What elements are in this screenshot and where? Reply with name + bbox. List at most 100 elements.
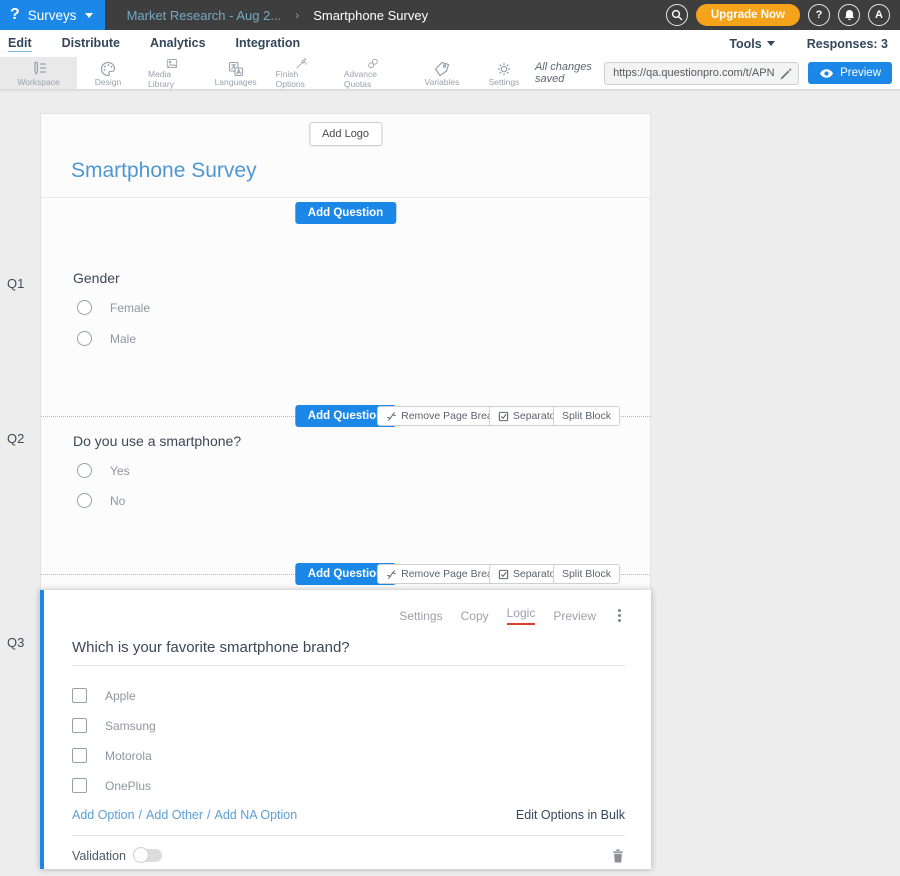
question-text-q1[interactable]: Gender [73, 270, 120, 286]
option-links-row: Add Option / Add Other / Add NA Option E… [72, 808, 625, 822]
toolbar-item-label: Languages [215, 77, 257, 87]
tab-edit[interactable]: Edit [8, 36, 32, 52]
tools-menu[interactable]: Tools [729, 37, 774, 51]
gear-icon [495, 60, 513, 78]
more-options-kebab-icon[interactable] [618, 614, 621, 617]
add-option-link[interactable]: Add Option [72, 808, 135, 822]
option-row[interactable]: Female [77, 300, 150, 315]
option-label: Male [110, 332, 136, 346]
survey-canvas: Q1 Q2 Q3 Add Logo Smartphone Survey Add … [0, 90, 900, 876]
link-separator: / [139, 808, 142, 822]
edit-url-pencil-icon[interactable] [779, 66, 793, 81]
add-na-option-link[interactable]: Add NA Option [215, 808, 298, 822]
toolbar-item-finish-options[interactable]: Finish Options [267, 57, 335, 89]
survey-title[interactable]: Smartphone Survey [71, 159, 257, 183]
surveys-menu[interactable]: ? Surveys [0, 0, 105, 30]
question-number-q3: Q3 [7, 635, 24, 650]
remove-page-break-label: Remove Page Break [401, 568, 498, 580]
question-number-q2: Q2 [7, 431, 24, 446]
option-row[interactable]: Apple [72, 688, 625, 703]
question-text-q3[interactable]: Which is your favorite smartphone brand? [72, 639, 625, 666]
search-icon [671, 9, 683, 21]
help-button[interactable]: ? [808, 4, 830, 26]
search-button[interactable] [666, 4, 688, 26]
checkbox-checked-icon [498, 411, 509, 422]
option-row[interactable]: No [77, 493, 125, 508]
nav-row: Edit Distribute Analytics Integration To… [0, 30, 900, 57]
question-copy-link[interactable]: Copy [461, 609, 489, 623]
survey-toolbar: Workspace Design Media Library [0, 57, 900, 90]
option-row[interactable]: OnePlus [72, 778, 625, 793]
question-preview-link[interactable]: Preview [553, 609, 596, 623]
notifications-button[interactable] [838, 4, 860, 26]
split-block-button[interactable]: Split Block [553, 406, 620, 426]
question-action-menu: Settings Copy Logic Preview [72, 590, 625, 625]
preview-button[interactable]: Preview [808, 62, 892, 84]
question-text-q2[interactable]: Do you use a smartphone? [73, 433, 241, 449]
add-question-button[interactable]: Add Question [295, 202, 396, 224]
option-row[interactable]: Yes [77, 463, 130, 478]
header-actions: Upgrade Now ? A [666, 4, 900, 26]
avatar[interactable]: A [868, 4, 890, 26]
add-logo-button[interactable]: Add Logo [309, 122, 382, 146]
link-separator: / [207, 808, 210, 822]
tab-integration[interactable]: Integration [236, 36, 301, 52]
add-option-links: Add Option / Add Other / Add NA Option [72, 808, 297, 822]
toolbar-item-label: Variables [425, 77, 460, 87]
avatar-initial: A [875, 9, 883, 21]
checkbox-checked-icon [498, 569, 509, 580]
option-row[interactable]: Samsung [72, 718, 625, 733]
survey-url-input[interactable] [604, 62, 799, 85]
responses-count[interactable]: Responses: 3 [807, 37, 888, 51]
option-label: No [110, 494, 125, 508]
save-status: All changes saved [535, 61, 595, 85]
question-number-q1: Q1 [7, 276, 24, 291]
checkbox-icon[interactable] [72, 688, 87, 703]
radio-icon[interactable] [77, 493, 92, 508]
toolbar-right: All changes saved Preview [535, 57, 900, 89]
option-label: Apple [105, 689, 136, 703]
surveys-menu-label: Surveys [28, 8, 77, 23]
chevron-down-icon [85, 13, 93, 18]
checkbox-icon[interactable] [72, 718, 87, 733]
tab-analytics[interactable]: Analytics [150, 36, 206, 52]
option-row[interactable]: Motorola [72, 748, 625, 763]
toolbar-item-variables[interactable]: Variables [411, 57, 473, 89]
checkbox-icon[interactable] [72, 778, 87, 793]
remove-page-break-button[interactable]: Remove Page Break [377, 564, 507, 584]
eye-icon [819, 68, 834, 79]
toolbar-item-label: Advance Quotas [344, 69, 402, 89]
page-break-row: Add Question Remove Page Break [41, 565, 650, 583]
breadcrumb-survey[interactable]: Smartphone Survey [313, 8, 428, 23]
delete-question-button[interactable] [611, 847, 625, 864]
question-settings-link[interactable]: Settings [399, 609, 442, 623]
upgrade-now-button[interactable]: Upgrade Now [696, 4, 800, 26]
toolbar-item-media-library[interactable]: Media Library [139, 57, 205, 89]
split-block-label: Split Block [562, 410, 611, 422]
toolbar-item-settings[interactable]: Settings [473, 57, 535, 89]
breadcrumb-separator-icon: › [295, 8, 299, 22]
question-logic-link[interactable]: Logic [507, 606, 536, 625]
radio-icon[interactable] [77, 300, 92, 315]
toolbar-item-label: Media Library [148, 69, 196, 89]
option-label: Yes [110, 464, 130, 478]
breadcrumb-project[interactable]: Market Research - Aug 2... [127, 8, 282, 23]
validation-toggle[interactable] [135, 849, 162, 862]
remove-page-break-button[interactable]: Remove Page Break [377, 406, 507, 426]
toolbar-item-workspace[interactable]: Workspace [0, 57, 77, 89]
survey-url-wrap [604, 62, 799, 85]
radio-icon[interactable] [77, 463, 92, 478]
add-other-link[interactable]: Add Other [146, 808, 203, 822]
questionpro-logo-icon: ? [10, 7, 20, 23]
toolbar-item-advance-quotas[interactable]: Advance Quotas [335, 57, 411, 89]
tab-distribute[interactable]: Distribute [62, 36, 120, 52]
top-header: ? Surveys Market Research - Aug 2... › S… [0, 0, 900, 30]
radio-icon[interactable] [77, 331, 92, 346]
toolbar-item-languages[interactable]: Languages [205, 57, 267, 89]
edit-options-in-bulk-link[interactable]: Edit Options in Bulk [516, 808, 625, 822]
toolbar-item-design[interactable]: Design [77, 57, 139, 89]
survey-card: Add Logo Smartphone Survey Add Question … [40, 113, 651, 591]
checkbox-icon[interactable] [72, 748, 87, 763]
split-block-button[interactable]: Split Block [553, 564, 620, 584]
option-row[interactable]: Male [77, 331, 136, 346]
